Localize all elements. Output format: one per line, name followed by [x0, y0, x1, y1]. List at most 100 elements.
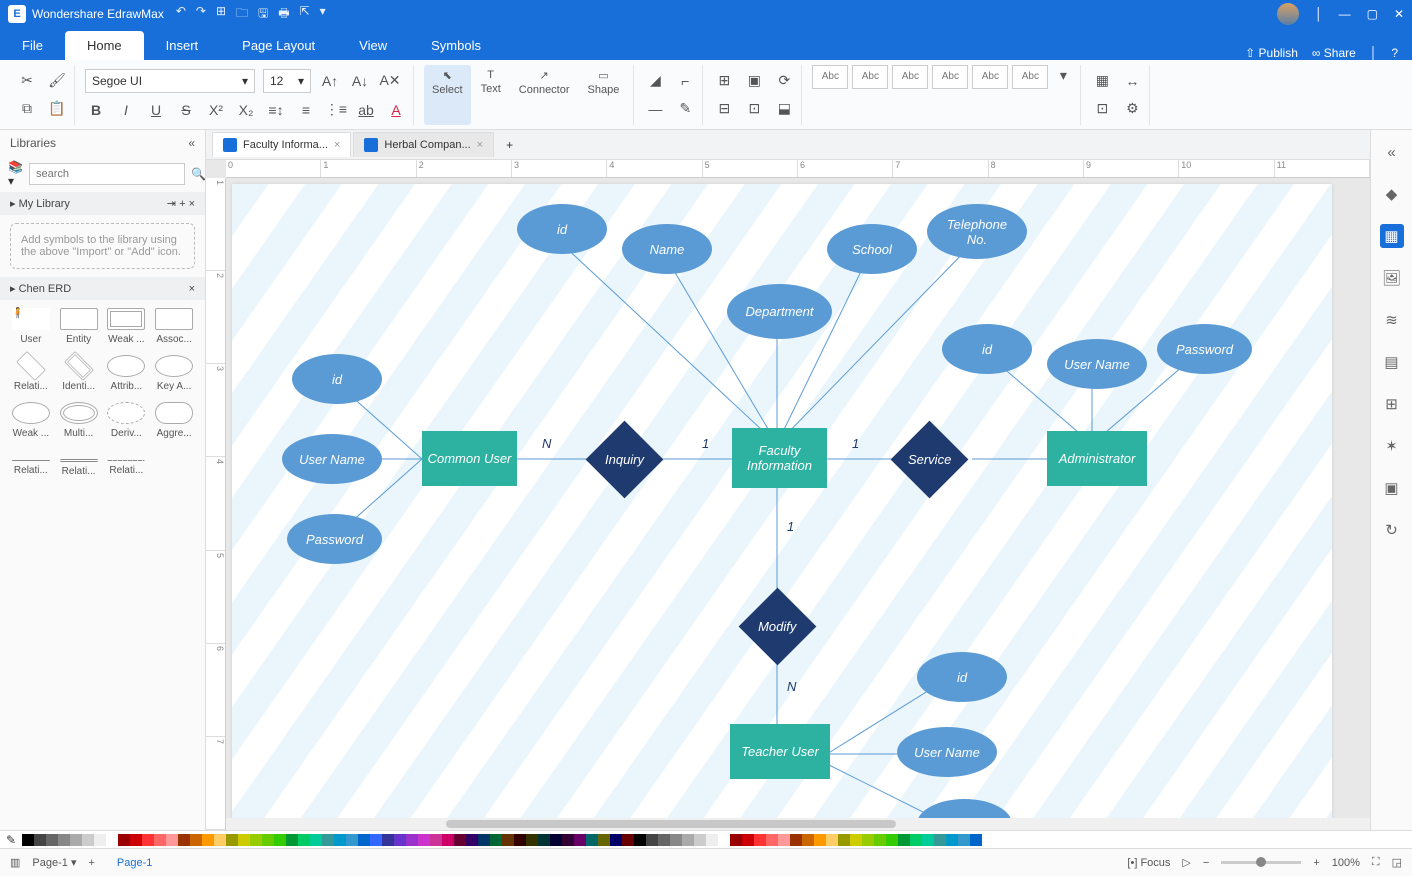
color-swatch[interactable]	[850, 834, 862, 846]
distribute-icon[interactable]: ⊡	[743, 98, 765, 120]
page[interactable]: id User Name Password Common User N Inqu…	[232, 184, 1332, 830]
font-color-icon[interactable]: A	[385, 99, 407, 121]
save-icon[interactable]: 🖫	[258, 4, 268, 25]
color-swatch[interactable]	[634, 834, 646, 846]
comment-panel-icon[interactable]: ▣	[1380, 476, 1404, 500]
color-swatch[interactable]	[70, 834, 82, 846]
attr-name[interactable]: Name	[622, 224, 712, 274]
color-swatch[interactable]	[886, 834, 898, 846]
bullets-icon[interactable]: ⋮≡	[325, 99, 347, 121]
increase-font-icon[interactable]: A↑	[319, 70, 341, 92]
canvas[interactable]: id User Name Password Common User N Inqu…	[226, 178, 1370, 830]
add-page-button[interactable]: +	[88, 857, 94, 869]
chen-section[interactable]: ▸ Chen ERD ×	[0, 277, 205, 300]
color-swatch[interactable]	[166, 834, 178, 846]
color-swatch[interactable]	[778, 834, 790, 846]
close-chen-icon[interactable]: ×	[189, 283, 195, 295]
align-text-icon[interactable]: ≡	[295, 99, 317, 121]
color-swatch[interactable]	[526, 834, 538, 846]
cut-icon[interactable]: ✂	[16, 70, 38, 92]
attr-username-3[interactable]: User Name	[897, 727, 997, 777]
quick-style-6[interactable]: Abc	[1012, 65, 1048, 89]
menu-insert[interactable]: Insert	[144, 31, 221, 60]
quick-style-2[interactable]: Abc	[852, 65, 888, 89]
search-icon[interactable]: 🔍	[191, 167, 206, 181]
color-swatch[interactable]	[298, 834, 310, 846]
bold-button[interactable]: B	[85, 99, 107, 121]
attr-id-4[interactable]: id	[917, 652, 1007, 702]
entity-common-user[interactable]: Common User	[422, 431, 517, 486]
color-swatch[interactable]	[946, 834, 958, 846]
color-swatch[interactable]	[874, 834, 886, 846]
attr-password[interactable]: Password	[287, 514, 382, 564]
help-button[interactable]: ?	[1391, 46, 1398, 60]
bring-front-icon[interactable]: ▣	[743, 70, 765, 92]
entity-administrator[interactable]: Administrator	[1047, 431, 1147, 486]
color-swatch[interactable]	[922, 834, 934, 846]
print-icon[interactable]: 🖶	[278, 4, 289, 25]
close-button[interactable]: ✕	[1394, 7, 1404, 21]
color-swatch[interactable]	[490, 834, 502, 846]
select-tool[interactable]: ⬉Select	[424, 65, 471, 125]
attr-id-2[interactable]: id	[517, 204, 607, 254]
close-tab-icon[interactable]: ×	[334, 139, 340, 151]
color-swatch[interactable]	[970, 834, 982, 846]
export-icon[interactable]: ⇱	[300, 4, 310, 25]
connector-tool[interactable]: ↗Connector	[511, 65, 578, 125]
color-swatch[interactable]	[58, 834, 70, 846]
shape-relationship[interactable]: Relati...	[10, 355, 52, 392]
menu-home[interactable]: Home	[65, 31, 144, 60]
color-swatch[interactable]	[322, 834, 334, 846]
close-section-icon[interactable]: ×	[189, 198, 195, 210]
maximize-button[interactable]: ▢	[1367, 7, 1378, 21]
color-swatch[interactable]	[430, 834, 442, 846]
color-swatch[interactable]	[514, 834, 526, 846]
attr-department[interactable]: Department	[727, 284, 832, 339]
color-swatch[interactable]	[214, 834, 226, 846]
color-swatch[interactable]	[718, 834, 730, 846]
menu-file[interactable]: File	[0, 31, 65, 60]
color-swatch[interactable]	[934, 834, 946, 846]
image-panel-icon[interactable]: 🖼	[1380, 266, 1404, 290]
color-swatch[interactable]	[406, 834, 418, 846]
color-swatch[interactable]	[454, 834, 466, 846]
fill-panel-icon[interactable]: ◆	[1380, 182, 1404, 206]
shape-attribute[interactable]: Attrib...	[106, 355, 148, 392]
search-input[interactable]	[29, 163, 185, 185]
color-swatch[interactable]	[190, 834, 202, 846]
style-more-icon[interactable]: ▾	[1052, 65, 1074, 87]
qat-more-icon[interactable]: ▾	[320, 4, 326, 25]
rotate-icon[interactable]: ⟳	[773, 70, 795, 92]
color-swatch[interactable]	[154, 834, 166, 846]
menu-page-layout[interactable]: Page Layout	[220, 31, 337, 60]
attr-telephone[interactable]: Telephone No.	[927, 204, 1027, 259]
quick-style-4[interactable]: Abc	[932, 65, 968, 89]
group-icon[interactable]: ⊞	[713, 70, 735, 92]
shape-key-attribute[interactable]: Key A...	[153, 355, 195, 392]
color-swatch[interactable]	[838, 834, 850, 846]
align-icon[interactable]: ⊟	[713, 98, 735, 120]
underline-button[interactable]: U	[145, 99, 167, 121]
attr-username-2[interactable]: User Name	[1047, 339, 1147, 389]
superscript-button[interactable]: X²	[205, 99, 227, 121]
attr-school[interactable]: School	[827, 224, 917, 274]
shape-relation-line-1[interactable]: Relati...	[10, 449, 52, 477]
presentation-icon[interactable]: ▷	[1182, 856, 1190, 869]
new-icon[interactable]: ⊞	[216, 4, 226, 25]
color-swatch[interactable]	[370, 834, 382, 846]
color-swatch[interactable]	[178, 834, 190, 846]
add-tab-button[interactable]: +	[496, 134, 523, 156]
fit-page-icon[interactable]: ⛶	[1372, 856, 1380, 869]
color-swatch[interactable]	[898, 834, 910, 846]
rel-service[interactable]: Service	[891, 421, 969, 499]
replace-icon[interactable]: ↔	[1121, 70, 1143, 92]
line-style-icon[interactable]: —	[644, 98, 666, 120]
line-join-icon[interactable]: ⌐	[674, 70, 696, 92]
color-swatch[interactable]	[706, 834, 718, 846]
size-icon[interactable]: ⬓	[773, 98, 795, 120]
user-avatar[interactable]	[1277, 3, 1299, 25]
shape-derived[interactable]: Deriv...	[106, 402, 148, 439]
redo-icon[interactable]: ↷	[196, 4, 206, 25]
shape-aggregation[interactable]: Aggre...	[153, 402, 195, 439]
zoom-out-button[interactable]: −	[1203, 857, 1209, 869]
